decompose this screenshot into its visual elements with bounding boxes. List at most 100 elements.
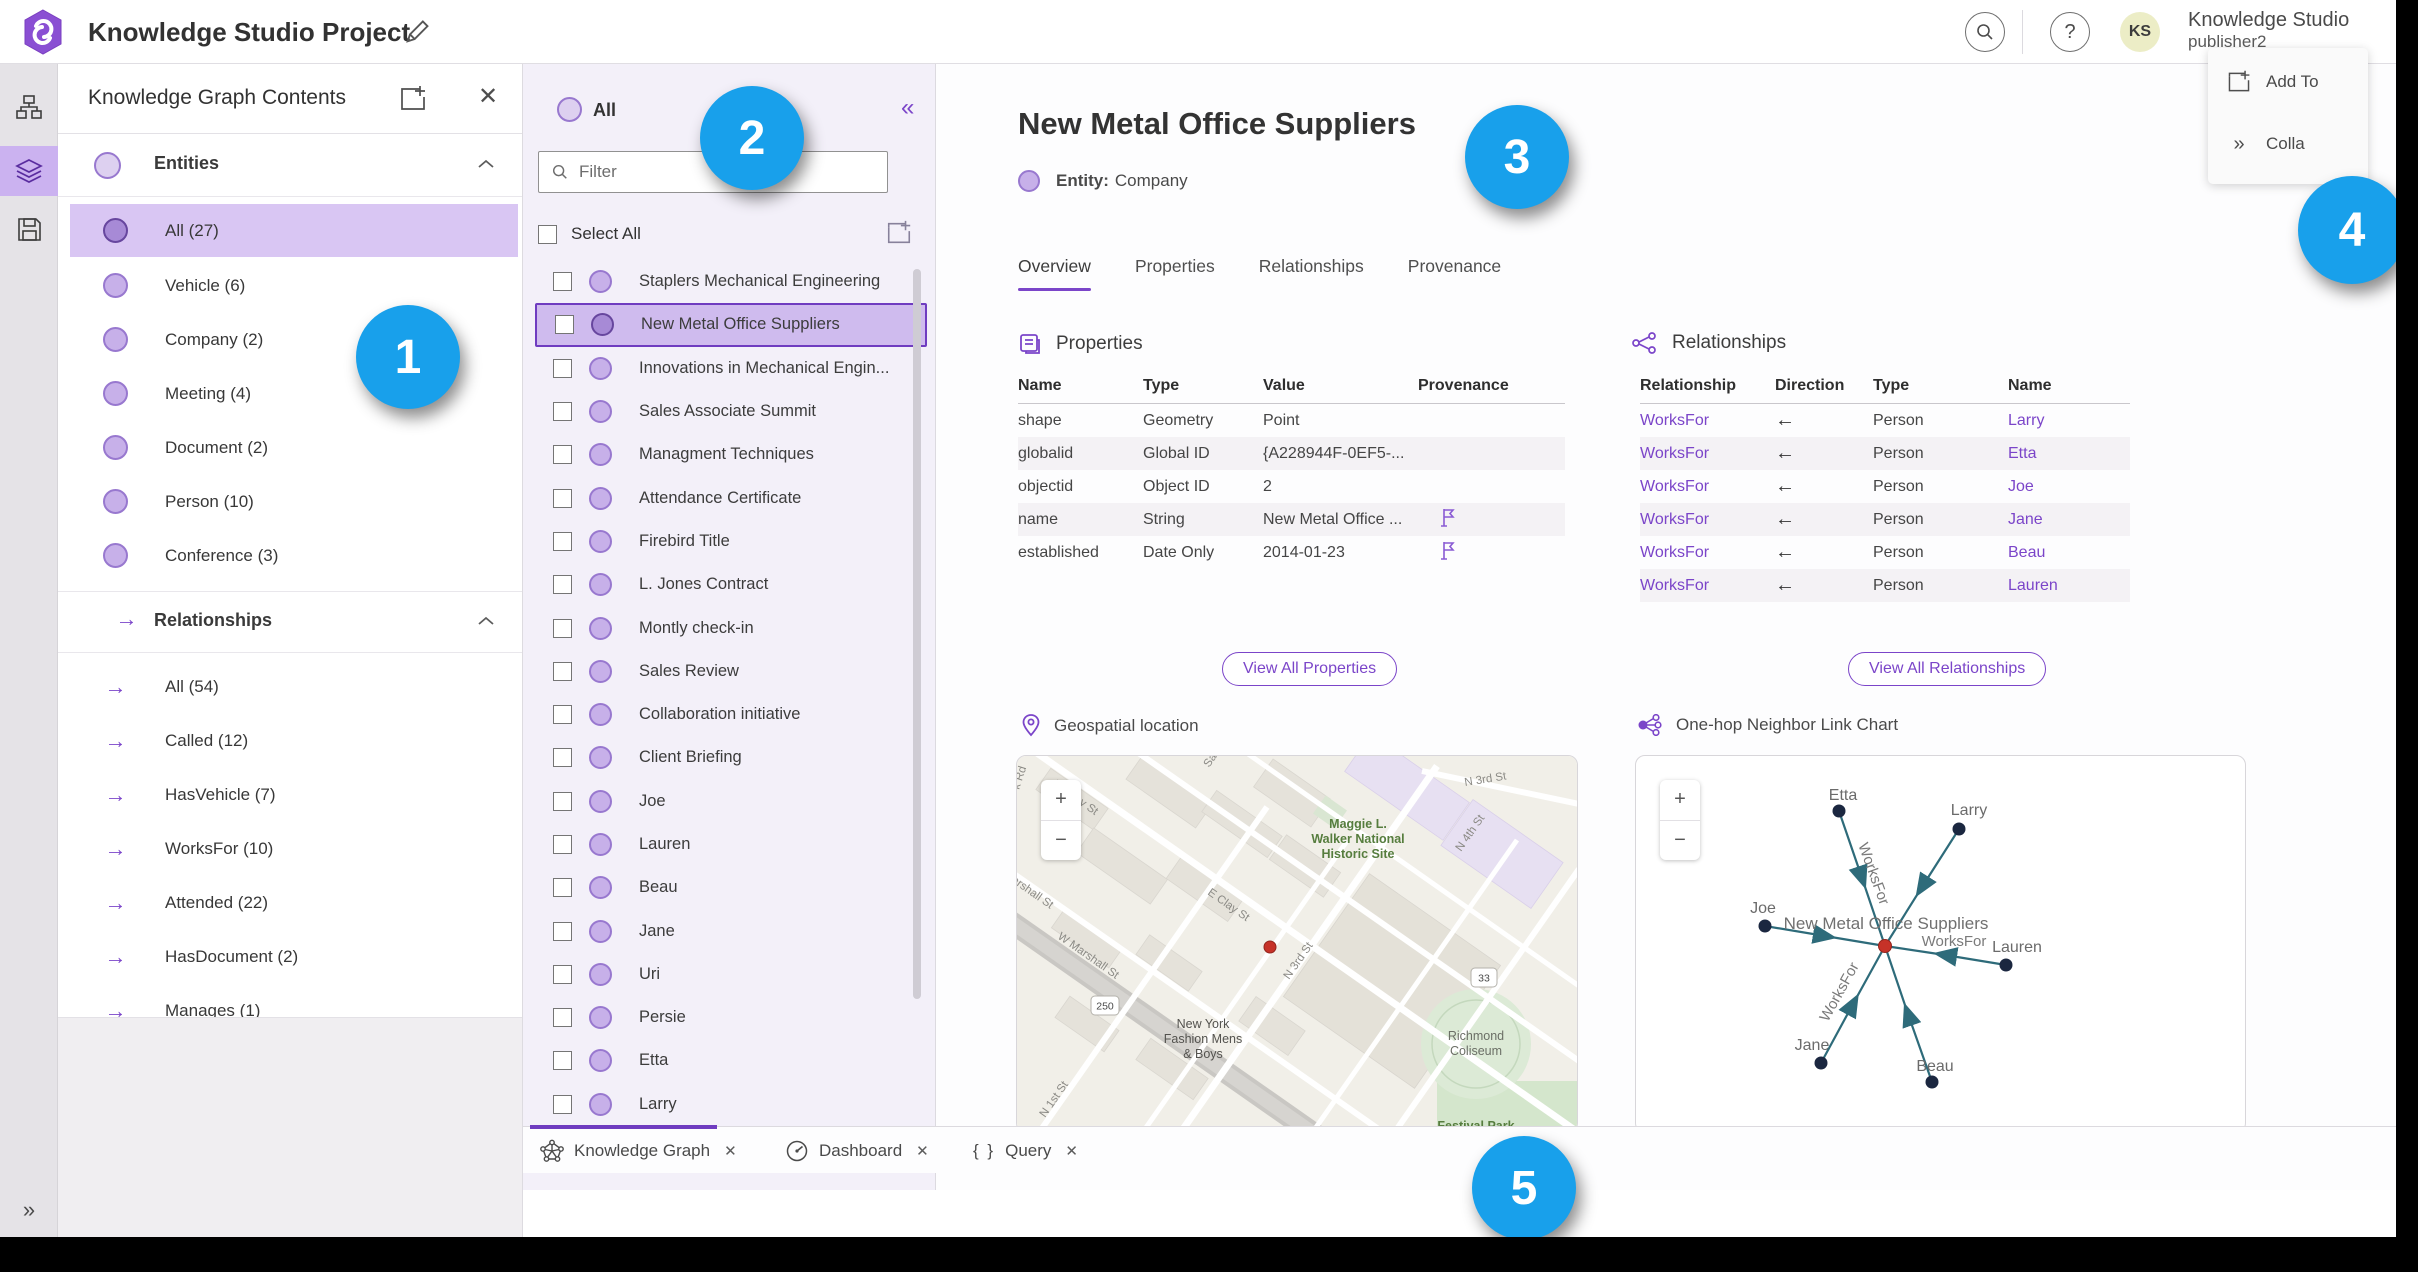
relationship-link[interactable]: WorksFor (1640, 511, 1775, 529)
item-checkbox[interactable] (553, 1094, 572, 1114)
item-checkbox[interactable] (553, 791, 572, 811)
relationship-type-item-called[interactable]: → Called (12) (70, 714, 518, 767)
item-checkbox[interactable] (553, 921, 572, 941)
user-avatar[interactable]: KS (2120, 12, 2160, 52)
expand-rail-button[interactable]: » (0, 1197, 58, 1223)
zoom-in-button[interactable]: + (1041, 780, 1081, 821)
item-checkbox[interactable] (553, 964, 572, 984)
list-item[interactable]: Jane (535, 909, 927, 952)
list-item[interactable]: Staplers Mechanical Engineering (535, 260, 927, 303)
item-checkbox[interactable] (553, 1051, 572, 1071)
item-checkbox[interactable] (553, 358, 572, 378)
list-item[interactable]: Sales Review (535, 650, 927, 693)
rail-item-contents[interactable] (0, 146, 58, 196)
list-item[interactable]: Larry (535, 1083, 927, 1126)
close-tab-icon[interactable]: ✕ (1065, 1142, 1078, 1160)
relationship-link[interactable]: WorksFor (1640, 478, 1775, 496)
list-item[interactable]: Managment Techniques (535, 433, 927, 476)
knowledge-studio-logo-icon[interactable] (20, 9, 66, 55)
list-header-all[interactable]: All (593, 100, 616, 121)
list-item[interactable]: Persie (535, 996, 927, 1039)
tab-dashboard[interactable]: Dashboard ✕ (785, 1127, 929, 1174)
add-to-new-window-icon[interactable] (398, 84, 428, 114)
item-checkbox[interactable] (553, 878, 572, 898)
relationship-type-item-all[interactable]: → All (54) (70, 660, 518, 713)
list-item[interactable]: Beau (535, 866, 927, 909)
relationships-section-header[interactable]: → Relationships (58, 591, 522, 653)
tab-overview[interactable]: Overview (1018, 256, 1091, 291)
rel-name-link[interactable]: Lauren (2008, 577, 2130, 595)
zoom-out-button[interactable]: − (1660, 821, 1700, 861)
relationship-link[interactable]: WorksFor (1640, 445, 1775, 463)
entity-type-item-vehicle[interactable]: Vehicle (6) (70, 259, 518, 312)
item-checkbox[interactable] (553, 661, 572, 681)
relationship-link[interactable]: WorksFor (1640, 412, 1775, 430)
rel-name-link[interactable]: Joe (2008, 478, 2130, 496)
entities-section-header[interactable]: Entities (58, 135, 522, 197)
zoom-in-button[interactable]: + (1660, 780, 1700, 821)
zoom-out-button[interactable]: − (1041, 821, 1081, 861)
tab-query[interactable]: { } Query ✕ (973, 1127, 1078, 1174)
list-item[interactable]: Client Briefing (535, 736, 927, 779)
rel-name-link[interactable]: Etta (2008, 445, 2130, 463)
relationship-type-item-worksfor[interactable]: → WorksFor (10) (70, 822, 518, 875)
item-checkbox[interactable] (553, 575, 572, 595)
list-item[interactable]: Attendance Certificate (535, 476, 927, 519)
item-checkbox[interactable] (553, 1008, 572, 1028)
link-chart-canvas[interactable]: Etta Larry Joe Lauren Jane Beau New Meta… (1636, 756, 2246, 1133)
list-item[interactable]: Uri (535, 953, 927, 996)
tab-properties[interactable]: Properties (1135, 256, 1215, 291)
entity-type-item-document[interactable]: Document (2) (70, 421, 518, 474)
view-all-properties-button[interactable]: View All Properties (1222, 652, 1398, 686)
list-item[interactable]: Firebird Title (535, 520, 927, 563)
tab-knowledge-graph[interactable]: Knowledge Graph ✕ (540, 1127, 737, 1174)
collapse-panel-button[interactable]: « (901, 94, 914, 122)
item-checkbox[interactable] (553, 272, 572, 292)
menu-item-collapse[interactable]: » Colla (2208, 122, 2368, 166)
select-all-row[interactable]: Select All (538, 214, 921, 254)
help-button[interactable]: ? (2050, 12, 2090, 52)
item-checkbox[interactable] (553, 488, 572, 508)
view-all-relationships-button[interactable]: View All Relationships (1848, 652, 2047, 686)
list-item-selected[interactable]: New Metal Office Suppliers (535, 303, 927, 347)
map-canvas[interactable]: W Clay St E Clay St Marshall St W Marsha… (1017, 756, 1578, 1133)
tab-provenance[interactable]: Provenance (1408, 256, 1501, 291)
item-checkbox[interactable] (553, 705, 572, 725)
list-item[interactable]: L. Jones Contract (535, 563, 927, 606)
item-checkbox[interactable] (553, 531, 572, 551)
add-to-new-window-icon[interactable] (885, 219, 913, 247)
vertical-scrollbar[interactable] (913, 269, 921, 999)
close-tab-icon[interactable]: ✕ (724, 1142, 737, 1160)
entity-type-item-conference[interactable]: Conference (3) (70, 529, 518, 582)
rel-name-link[interactable]: Larry (2008, 412, 2130, 430)
rel-name-link[interactable]: Jane (2008, 511, 2130, 529)
location-marker-dot[interactable] (1263, 940, 1277, 954)
search-button[interactable] (1965, 12, 2005, 52)
relationship-link[interactable]: WorksFor (1640, 577, 1775, 595)
relationship-type-item-attended[interactable]: → Attended (22) (70, 876, 518, 929)
rail-item-save[interactable] (0, 204, 58, 254)
item-checkbox[interactable] (555, 315, 574, 335)
entity-type-item-person[interactable]: Person (10) (70, 475, 518, 528)
rail-item-data-model[interactable] (0, 82, 58, 132)
list-item[interactable]: Montly check-in (535, 606, 927, 649)
entity-type-item-all[interactable]: All (27) (70, 204, 518, 257)
close-panel-button[interactable]: ✕ (478, 82, 498, 111)
list-item[interactable]: Innovations in Mechanical Engin... (535, 347, 927, 390)
rel-name-link[interactable]: Beau (2008, 544, 2130, 562)
provenance-flag-icon[interactable] (1440, 508, 1456, 527)
item-checkbox[interactable] (553, 402, 572, 422)
edit-title-pencil-icon[interactable] (403, 18, 431, 46)
list-item[interactable]: Sales Associate Summit (535, 390, 927, 433)
list-item[interactable]: Collaboration initiative (535, 693, 927, 736)
select-all-checkbox[interactable] (538, 224, 557, 244)
close-tab-icon[interactable]: ✕ (916, 1142, 929, 1160)
list-item[interactable]: Joe (535, 780, 927, 823)
relationship-type-item-hasdocument[interactable]: → HasDocument (2) (70, 930, 518, 983)
relationship-link[interactable]: WorksFor (1640, 544, 1775, 562)
list-item[interactable]: Etta (535, 1039, 927, 1082)
item-checkbox[interactable] (553, 748, 572, 768)
tab-relationships[interactable]: Relationships (1259, 256, 1364, 291)
relationship-type-item-hasvehicle[interactable]: → HasVehicle (7) (70, 768, 518, 821)
item-checkbox[interactable] (553, 835, 572, 854)
